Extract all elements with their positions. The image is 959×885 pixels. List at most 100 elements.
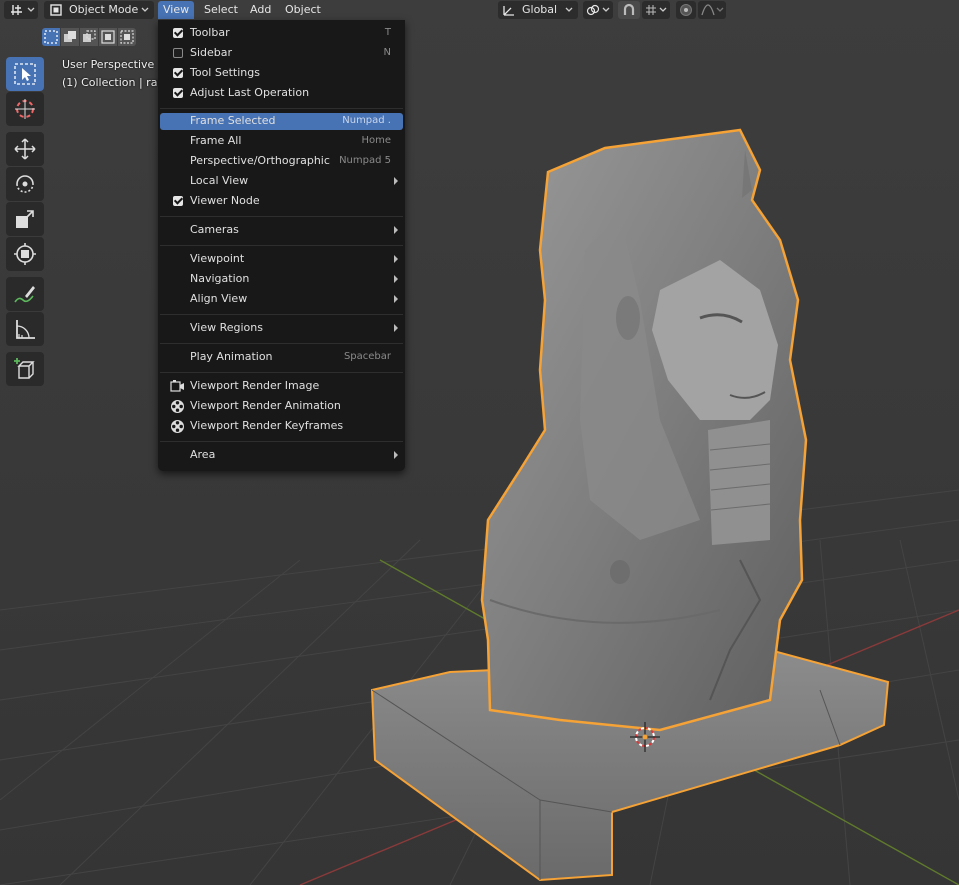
cursor-tool[interactable]: [6, 92, 44, 126]
menu-item-viewport-render-keyframes[interactable]: Viewport Render Keyframes: [160, 418, 403, 435]
selection-mode-buttons: [42, 28, 138, 46]
render-animation-icon: [171, 400, 184, 413]
orientation-label: Global: [522, 3, 558, 16]
scale-tool[interactable]: [6, 202, 44, 236]
proportional-edit-toggle[interactable]: [676, 1, 696, 19]
pivot-icon: [586, 4, 600, 16]
editor-type-button[interactable]: [4, 1, 38, 19]
menu-item-shortcut: Numpad .: [342, 115, 391, 126]
select-intersect-button[interactable]: [118, 28, 136, 46]
orientation-icon: [503, 6, 514, 16]
select-box-icon: [14, 63, 36, 85]
menu-item-label: Sidebar: [190, 46, 233, 59]
chevron-down-icon: [716, 7, 724, 12]
menu-separator: [160, 216, 403, 217]
add-cube-tool[interactable]: [6, 352, 44, 386]
measure-icon: [16, 320, 35, 339]
object-origin: [642, 734, 648, 740]
select-subtract-icon: [83, 30, 96, 42]
select-intersect-icon: [120, 30, 134, 44]
menu-item-label: Viewport Render Keyframes: [190, 419, 344, 432]
menu-item-perspective-orthographic[interactable]: Perspective/Orthographic Numpad 5: [160, 153, 403, 170]
menu-item-label: Viewpoint: [190, 252, 245, 265]
menu-item-viewpoint[interactable]: Viewpoint: [160, 251, 403, 268]
menu-item-label: Navigation: [190, 272, 250, 285]
menu-item-shortcut: N: [383, 47, 391, 58]
menu-item-label: Play Animation: [190, 350, 273, 363]
rotate-tool[interactable]: [6, 167, 44, 201]
select-new-button[interactable]: [42, 28, 60, 46]
select-invert-button[interactable]: [99, 28, 117, 46]
menu-item-label: Adjust Last Operation: [190, 86, 310, 99]
move-icon: [14, 138, 36, 160]
annotate-tool[interactable]: [6, 277, 44, 311]
snap-toggle[interactable]: [618, 1, 640, 19]
menu-item-label: Frame All: [190, 134, 242, 147]
menu-item-play-animation[interactable]: Play Animation Spacebar: [160, 349, 403, 366]
menu-item-shortcut: Home: [361, 135, 391, 146]
menu-item-local-view[interactable]: Local View: [160, 173, 403, 190]
menu-object[interactable]: Object: [280, 1, 326, 19]
transform-tool[interactable]: [6, 237, 44, 271]
menu-item-frame-all[interactable]: Frame All Home: [160, 133, 403, 150]
menu-item-cameras[interactable]: Cameras: [160, 222, 403, 239]
viewport-header: Object Mode View Select Add Object Globa…: [0, 0, 959, 20]
chevron-down-icon: [141, 7, 149, 12]
object-mode-label: Object Mode: [69, 3, 139, 16]
measure-tool[interactable]: [6, 312, 44, 346]
menu-item-toolbar[interactable]: Toolbar T: [160, 25, 403, 42]
3d-viewport[interactable]: [0, 0, 959, 885]
falloff-dropdown[interactable]: [698, 1, 726, 19]
transform-orientation-dropdown[interactable]: Global: [498, 1, 578, 19]
pivot-point-dropdown[interactable]: [583, 1, 613, 19]
submenu-arrow-icon: [394, 324, 398, 332]
menu-item-sidebar[interactable]: Sidebar N: [160, 45, 403, 62]
checkbox-checked-icon: [173, 88, 183, 98]
menu-item-shortcut: Spacebar: [343, 351, 391, 362]
menu-item-view-regions[interactable]: View Regions: [160, 320, 403, 337]
menu-view[interactable]: View: [158, 1, 195, 19]
menu-add[interactable]: Add: [245, 1, 276, 19]
menu-item-viewer-node[interactable]: Viewer Node: [160, 193, 403, 210]
snap-target-dropdown[interactable]: [642, 1, 670, 19]
menu-item-adjust-last-operation[interactable]: Adjust Last Operation: [160, 85, 403, 102]
annotate-icon: [14, 286, 35, 303]
menu-separator: [160, 372, 403, 373]
menu-item-label: Frame Selected: [190, 114, 276, 127]
menu-item-align-view[interactable]: Align View: [160, 291, 403, 308]
gizmo-icon: [11, 5, 22, 15]
menu-item-label: View Regions: [190, 321, 263, 334]
viewport-perspective-label: User Perspective: [62, 58, 155, 71]
menu-item-label: Tool Settings: [190, 66, 260, 79]
menu-item-navigation[interactable]: Navigation: [160, 271, 403, 288]
menu-item-frame-selected[interactable]: Frame Selected Numpad .: [160, 113, 403, 130]
scale-icon: [16, 210, 34, 228]
menu-item-tool-settings[interactable]: Tool Settings: [160, 65, 403, 82]
menu-item-viewport-render-image[interactable]: Viewport Render Image: [160, 378, 403, 395]
object-mode-dropdown[interactable]: Object Mode: [44, 1, 154, 19]
menu-item-label: Area: [190, 448, 216, 461]
select-extend-icon: [64, 31, 76, 42]
menu-item-label: Viewport Render Image: [190, 379, 320, 392]
select-invert-icon: [101, 30, 115, 44]
chevron-down-icon: [659, 7, 667, 12]
menu-item-label: Cameras: [190, 223, 239, 236]
select-extend-button[interactable]: [61, 28, 79, 46]
select-box-tool[interactable]: [6, 57, 44, 91]
menu-item-area[interactable]: Area: [160, 447, 403, 464]
menu-item-label: Align View: [190, 292, 248, 305]
menu-item-label: Local View: [190, 174, 249, 187]
view-menu-dropdown: Toolbar T Sidebar N Tool Settings Adjust…: [158, 20, 405, 471]
menu-item-viewport-render-animation[interactable]: Viewport Render Animation: [160, 398, 403, 415]
submenu-arrow-icon: [394, 451, 398, 459]
select-new-icon: [44, 30, 58, 44]
transform-icon: [14, 243, 36, 265]
checkbox-unchecked-icon: [173, 48, 183, 58]
menu-item-label: Toolbar: [190, 26, 230, 39]
menu-select[interactable]: Select: [199, 1, 243, 19]
object-mode-icon: [50, 4, 62, 16]
select-subtract-button[interactable]: [80, 28, 98, 46]
submenu-arrow-icon: [394, 275, 398, 283]
add-cube-icon: [14, 358, 35, 379]
move-tool[interactable]: [6, 132, 44, 166]
